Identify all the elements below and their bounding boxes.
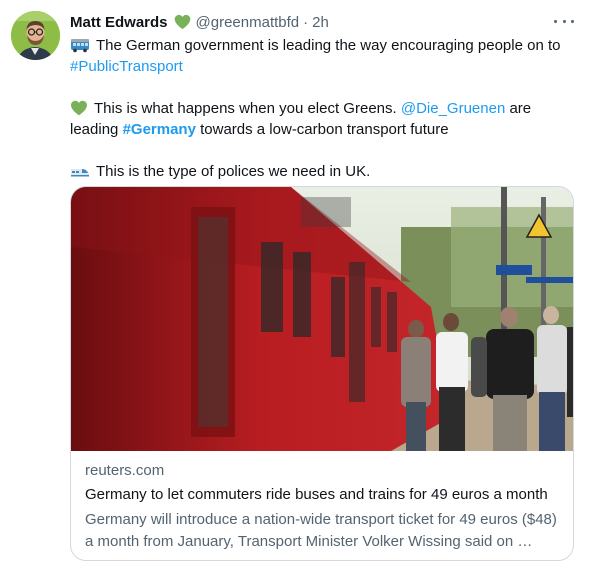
card-text[interactable]: reuters.com Germany to let commuters rid…: [85, 462, 561, 553]
card-image[interactable]: [71, 187, 573, 451]
tweet-line-1: The German government is leading the way…: [96, 37, 561, 54]
timestamp[interactable]: 2h: [312, 14, 329, 31]
green-heart-icon: [174, 14, 190, 30]
card-domain: reuters.com: [85, 462, 165, 479]
hashtag-public-transport[interactable]: #PublicTransport: [70, 58, 183, 75]
tweet-line-3-suffix: towards a low-carbon transport future: [200, 121, 449, 138]
more-icon[interactable]: [554, 12, 574, 30]
avatar[interactable]: [11, 11, 60, 60]
card-description-line-2: a month from January, Transport Minister…: [85, 533, 533, 550]
green-heart-icon: [71, 100, 87, 116]
high-speed-train-icon: [71, 169, 89, 177]
tweet-text: The German government is leading the way…: [70, 35, 580, 182]
card-description-line-1: Germany will introduce a nation-wide tra…: [85, 511, 557, 528]
author-name[interactable]: Matt Edwards: [70, 14, 168, 31]
card-description: Germany will introduce a nation-wide tra…: [85, 509, 561, 553]
separator-dot: ·: [303, 13, 309, 31]
train-platform-photo: [71, 187, 573, 451]
tweet-line-3: leading: [70, 121, 119, 138]
tweet-line-2: This is what happens when you elect Gree…: [94, 100, 397, 117]
tweet-line-4: This is the type of polices we need in U…: [96, 163, 371, 180]
author-handle[interactable]: @greenmattbfd: [196, 14, 300, 31]
mention-die-gruenen[interactable]: @Die_Gruenen: [401, 100, 505, 117]
avatar-image: [11, 11, 60, 60]
tweet-line-2-suffix: are: [509, 100, 532, 117]
link-preview-card[interactable]: reuters.com Germany to let commuters rid…: [70, 186, 574, 561]
bus-icon: [71, 39, 89, 53]
card-title: Germany to let commuters ride buses and …: [85, 486, 548, 503]
tweet-header: Matt Edwards @greenmattbfd · 2h: [70, 12, 576, 32]
hashtag-germany[interactable]: #Germany: [123, 121, 196, 138]
